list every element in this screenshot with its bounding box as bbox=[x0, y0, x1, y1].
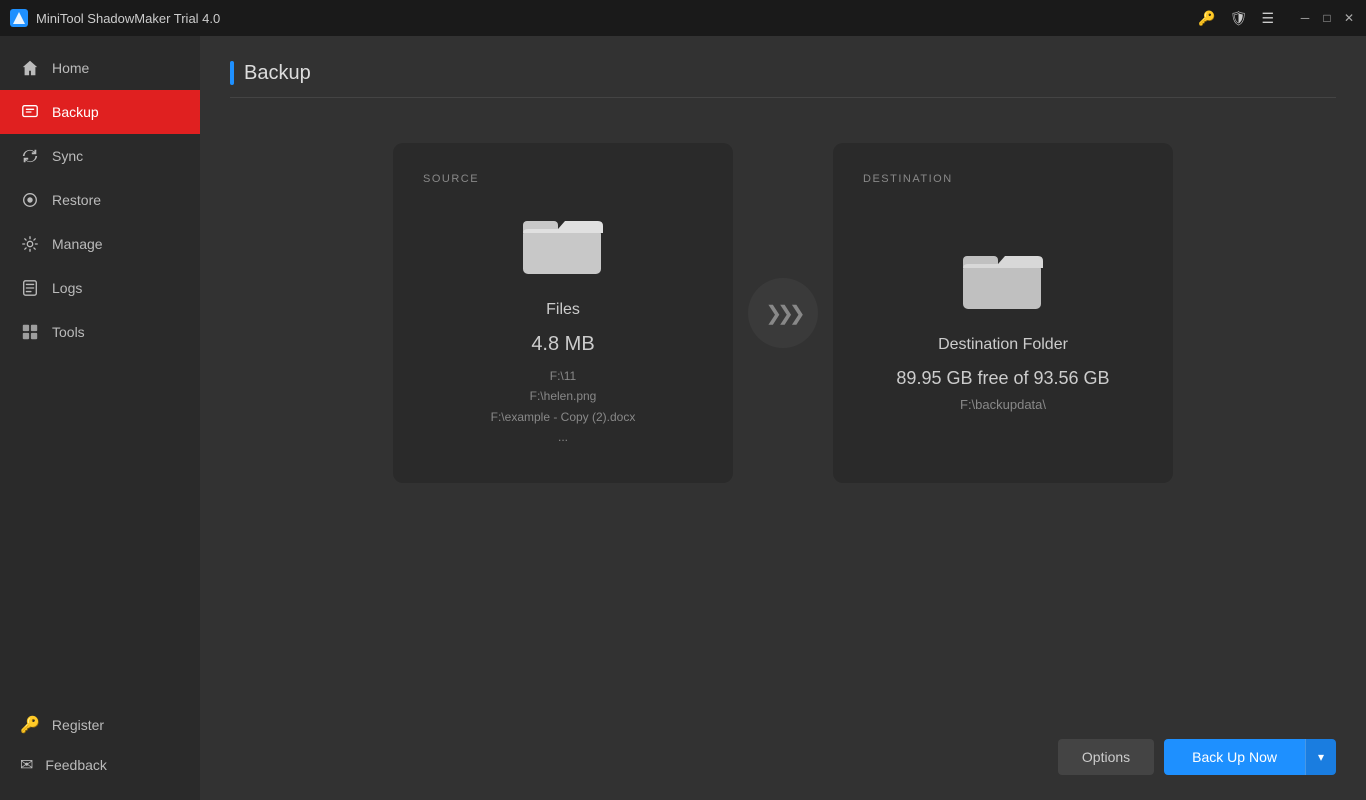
sidebar-item-register[interactable]: 🔑 Register bbox=[0, 705, 200, 745]
source-paths: F:\11 F:\helen.png F:\example - Copy (2)… bbox=[491, 366, 636, 448]
title-bar-right: 🔑 🛡 ☰ ─ □ ✕ bbox=[1198, 10, 1356, 27]
sidebar-item-sync[interactable]: Sync bbox=[0, 134, 200, 178]
sidebar-logs-label: Logs bbox=[52, 280, 82, 296]
sidebar-item-logs[interactable]: Logs bbox=[0, 266, 200, 310]
source-card-inner: SOURCE Files 4.8 MB bbox=[423, 173, 703, 453]
home-icon bbox=[20, 58, 40, 78]
sidebar-backup-label: Backup bbox=[52, 104, 99, 120]
sidebar-item-manage[interactable]: Manage bbox=[0, 222, 200, 266]
sidebar-item-backup[interactable]: Backup bbox=[0, 90, 200, 134]
sidebar-item-restore[interactable]: Restore bbox=[0, 178, 200, 222]
destination-label: DESTINATION bbox=[863, 173, 1143, 185]
register-label: Register bbox=[52, 717, 104, 733]
register-key-icon: 🔑 bbox=[20, 715, 40, 735]
title-bar: MiniTool ShadowMaker Trial 4.0 🔑 🛡 ☰ ─ □… bbox=[0, 0, 1366, 36]
sidebar-home-label: Home bbox=[52, 60, 89, 76]
restore-icon bbox=[20, 190, 40, 210]
shield-icon[interactable]: 🛡 bbox=[1230, 10, 1248, 27]
key-icon[interactable]: 🔑 bbox=[1198, 10, 1215, 27]
arrow-icon: ❯❯❯ bbox=[765, 301, 800, 326]
content-area: Backup SOURCE bbox=[200, 36, 1366, 800]
page-header: Backup bbox=[230, 61, 1336, 98]
sidebar-sync-label: Sync bbox=[52, 148, 83, 164]
menu-icon[interactable]: ☰ bbox=[1261, 10, 1274, 27]
destination-card-center: Destination Folder 89.95 GB free of 93.5… bbox=[863, 205, 1143, 453]
sidebar: Home Backup Sync bbox=[0, 36, 200, 800]
backup-icon bbox=[20, 102, 40, 122]
source-label: SOURCE bbox=[423, 173, 703, 185]
sidebar-restore-label: Restore bbox=[52, 192, 101, 208]
close-button[interactable]: ✕ bbox=[1342, 11, 1356, 25]
source-path-1: F:\11 bbox=[491, 366, 636, 386]
window-controls: ─ □ ✕ bbox=[1298, 11, 1356, 25]
app-title: MiniTool ShadowMaker Trial 4.0 bbox=[36, 11, 220, 26]
source-type: Files bbox=[546, 301, 580, 319]
destination-card-inner: DESTINATION Destination Folder 89.95 GB … bbox=[863, 173, 1143, 453]
source-folder-icon bbox=[523, 211, 603, 281]
destination-card[interactable]: DESTINATION Destination Folder 89.95 GB … bbox=[833, 143, 1173, 483]
source-card-center: Files 4.8 MB F:\11 F:\helen.png F:\examp… bbox=[423, 205, 703, 453]
sync-icon bbox=[20, 146, 40, 166]
source-size: 4.8 MB bbox=[531, 333, 594, 356]
destination-type: Destination Folder bbox=[938, 336, 1068, 354]
backup-now-dropdown-button[interactable]: ▾ bbox=[1305, 739, 1336, 775]
minimize-button[interactable]: ─ bbox=[1298, 11, 1312, 25]
title-bar-left: MiniTool ShadowMaker Trial 4.0 bbox=[10, 9, 220, 27]
app-logo-icon bbox=[10, 9, 28, 27]
destination-folder-icon bbox=[963, 246, 1043, 316]
source-path-ellipsis: ... bbox=[491, 427, 636, 447]
backup-cards: SOURCE Files 4.8 MB bbox=[230, 143, 1336, 483]
sidebar-tools-label: Tools bbox=[52, 324, 85, 340]
source-path-2: F:\helen.png bbox=[491, 386, 636, 406]
bottom-bar: Options Back Up Now ▾ bbox=[230, 719, 1336, 775]
destination-free-space: 89.95 GB free of 93.56 GB bbox=[896, 368, 1109, 389]
options-button[interactable]: Options bbox=[1058, 739, 1154, 775]
sidebar-item-home[interactable]: Home bbox=[0, 46, 200, 90]
maximize-button[interactable]: □ bbox=[1320, 11, 1334, 25]
source-path-3: F:\example - Copy (2).docx bbox=[491, 407, 636, 427]
main-layout: Home Backup Sync bbox=[0, 36, 1366, 800]
sidebar-item-tools[interactable]: Tools bbox=[0, 310, 200, 354]
sidebar-bottom: 🔑 Register ✉ Feedback bbox=[0, 705, 200, 800]
tools-icon bbox=[20, 322, 40, 342]
arrow-connector: ❯❯❯ bbox=[748, 278, 818, 348]
sidebar-manage-label: Manage bbox=[52, 236, 103, 252]
page-header-accent bbox=[230, 61, 234, 85]
sidebar-item-feedback[interactable]: ✉ Feedback bbox=[0, 745, 200, 785]
destination-path: F:\backupdata\ bbox=[960, 397, 1046, 412]
page-title: Backup bbox=[244, 62, 311, 85]
manage-icon bbox=[20, 234, 40, 254]
backup-now-button[interactable]: Back Up Now bbox=[1164, 739, 1305, 775]
backup-now-group: Back Up Now ▾ bbox=[1164, 739, 1336, 775]
feedback-mail-icon: ✉ bbox=[20, 755, 33, 775]
source-card[interactable]: SOURCE Files 4.8 MB bbox=[393, 143, 733, 483]
feedback-label: Feedback bbox=[45, 757, 106, 773]
logs-icon bbox=[20, 278, 40, 298]
